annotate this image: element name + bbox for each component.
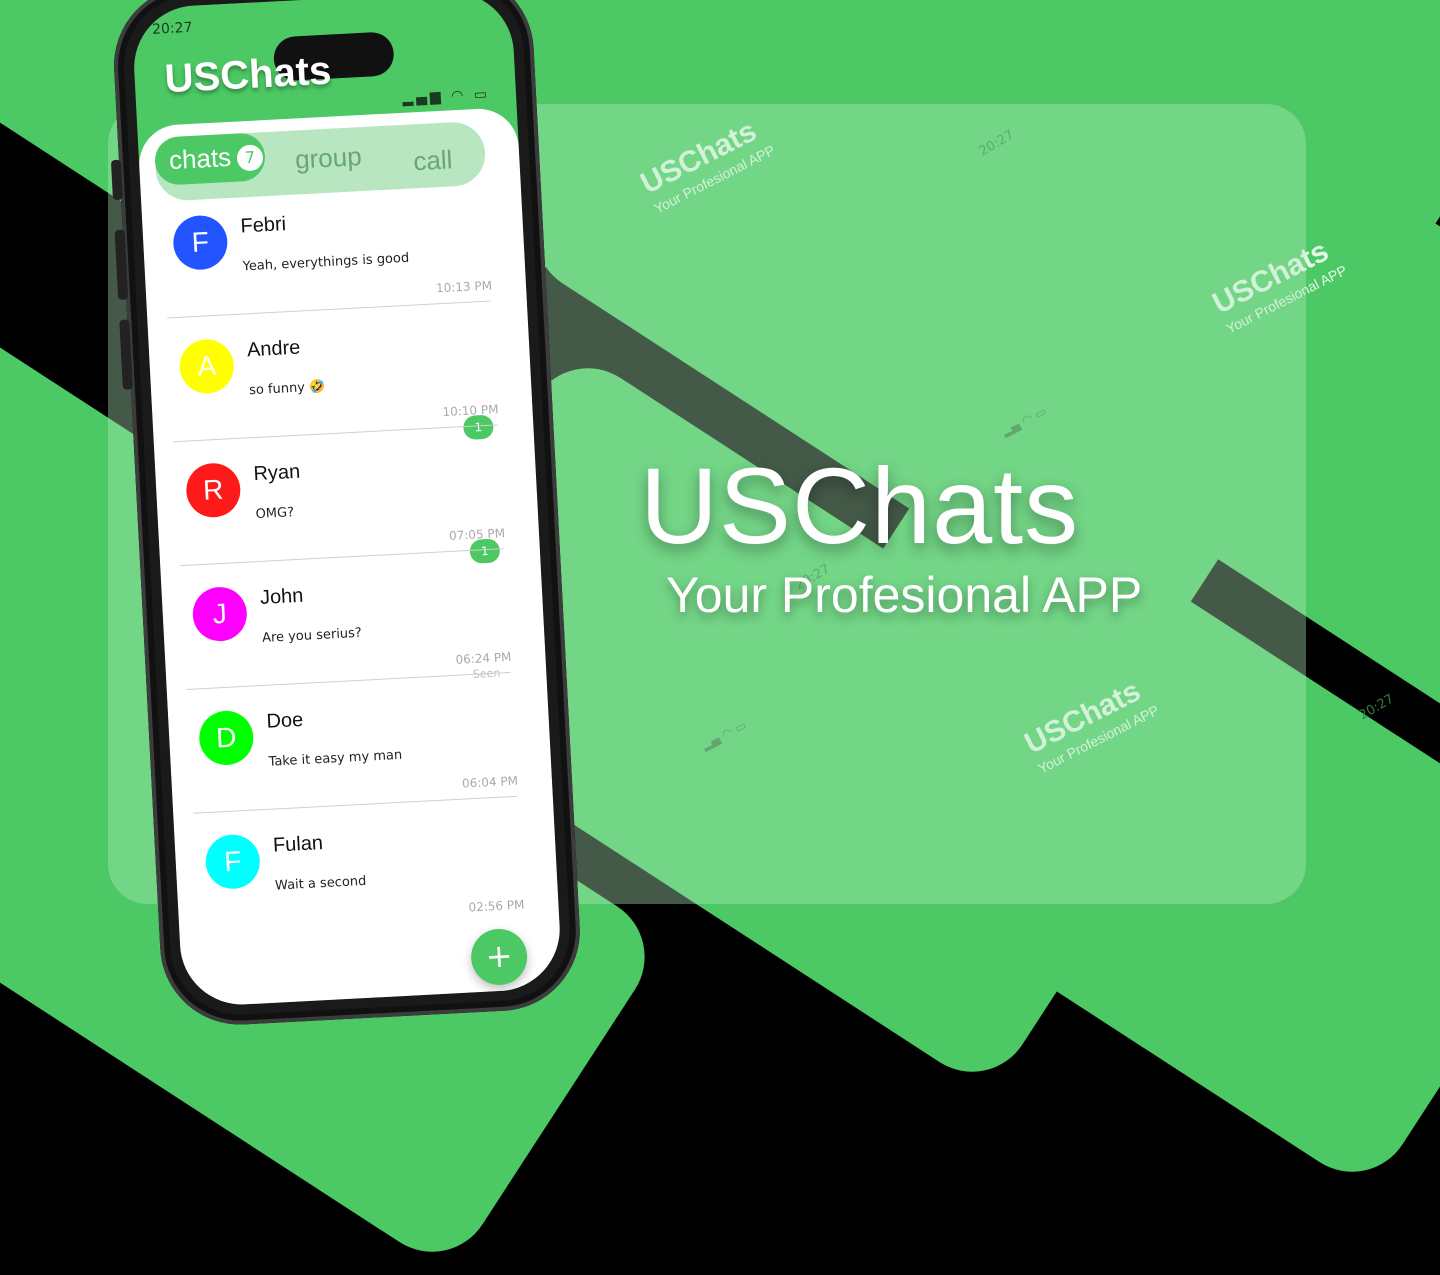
- new-chat-button[interactable]: +: [469, 927, 529, 987]
- tab-chats[interactable]: chats 7: [153, 132, 267, 186]
- divider: [180, 548, 504, 567]
- last-message: Are you serius?: [261, 625, 363, 646]
- tab-call[interactable]: call: [413, 144, 454, 177]
- last-message: Take it easy my man: [268, 747, 403, 770]
- unread-badge: 1: [469, 538, 501, 564]
- chat-row-doe[interactable]: D Doe Take it easy my man 06:04 PM: [181, 686, 523, 827]
- app-title: USChats: [163, 48, 333, 102]
- chat-row-fulan[interactable]: F Fulan Wait a second 02:56 PM: [188, 809, 530, 950]
- contact-name: Doe: [265, 708, 304, 733]
- last-message: OMG?: [255, 505, 295, 523]
- divider: [173, 424, 498, 443]
- avatar: F: [171, 214, 229, 271]
- tab-chats-label: chats: [168, 141, 232, 176]
- status-bar-icons: ▂▄▆ ◠ ▭: [402, 86, 490, 107]
- last-message: Yeah, everythings is good: [242, 250, 410, 275]
- contact-name: Febri: [239, 213, 287, 238]
- wifi-icon: ◠: [450, 87, 467, 105]
- phone-screen: 20:27 USChats ▂▄▆ ◠ ▭ ⚲ ⋮ chats 7 group …: [131, 0, 563, 1008]
- chat-row-febri[interactable]: F Febri Yeah, everythings is good 10:13 …: [155, 190, 497, 331]
- avatar: F: [204, 833, 262, 891]
- divider: [193, 795, 517, 814]
- tab-group[interactable]: group: [294, 141, 362, 175]
- tile-time: 20:27: [1356, 691, 1397, 724]
- contact-name: Ryan: [252, 460, 301, 486]
- contact-name: Andre: [246, 336, 301, 362]
- tab-bar: chats 7 group call: [153, 120, 487, 202]
- chat-row-ryan[interactable]: R Ryan OMG? 07:05 PM 1: [168, 438, 510, 579]
- hero-title: USChats: [640, 445, 1080, 566]
- avatar: R: [184, 461, 242, 519]
- signal-icon: ▂▄▆: [402, 88, 445, 107]
- last-message: Wait a second: [274, 873, 367, 894]
- chat-list-sheet: chats 7 group call F Febri Yeah, everyth…: [137, 106, 563, 1008]
- hero-subtitle: Your Profesional APP: [666, 567, 1143, 623]
- unread-badge: 1: [462, 414, 494, 441]
- divider: [186, 671, 511, 690]
- message-time: 10:13 PM: [435, 278, 493, 296]
- status-time: 20:27: [151, 19, 193, 38]
- contact-name: John: [259, 584, 304, 609]
- avatar: J: [191, 585, 249, 643]
- avatar: A: [178, 338, 236, 395]
- phone-frame: 20:27 USChats ▂▄▆ ◠ ▭ ⚲ ⋮ chats 7 group …: [110, 0, 584, 1029]
- contact-name: Fulan: [272, 832, 324, 857]
- chat-row-andre[interactable]: A Andre so funny 🤣 10:10 PM 1: [162, 314, 504, 455]
- chats-count-badge: 7: [236, 144, 264, 172]
- phone-mockup: 20:27 USChats ▂▄▆ ◠ ▭ ⚲ ⋮ chats 7 group …: [110, 0, 595, 1049]
- battery-icon: ▭: [473, 86, 491, 104]
- last-message: so funny 🤣: [248, 379, 326, 399]
- message-time: 06:04 PM: [461, 773, 519, 791]
- chat-row-john[interactable]: J John Are you serius? 06:24 PM Seen: [175, 562, 517, 703]
- message-time: 02:56 PM: [468, 897, 525, 915]
- message-time: 06:24 PM: [455, 649, 512, 667]
- divider: [167, 300, 491, 319]
- phone-side-button: [110, 159, 123, 201]
- avatar: D: [197, 709, 255, 767]
